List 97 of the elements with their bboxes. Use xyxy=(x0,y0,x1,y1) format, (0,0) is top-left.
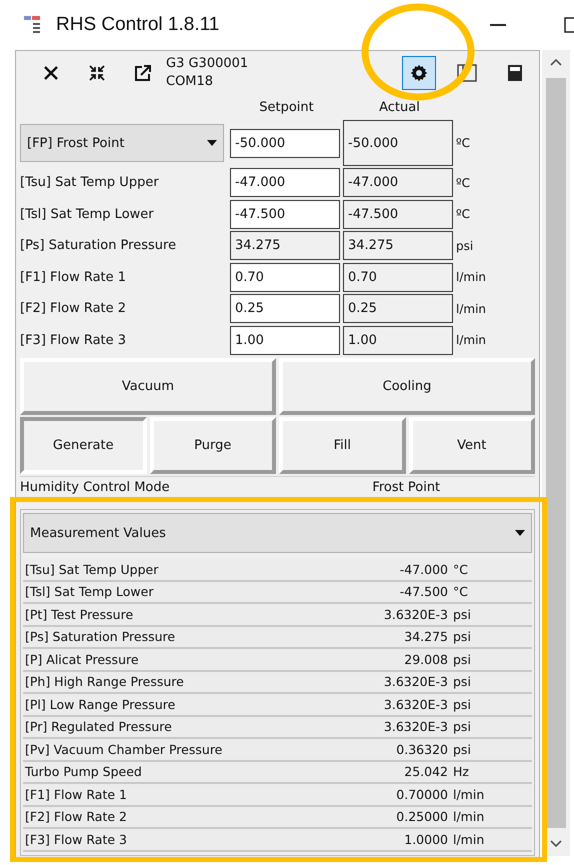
measurement-label: [Tsu] Sat Temp Upper xyxy=(24,562,160,577)
dropdown-caret-icon xyxy=(515,530,525,536)
unit-label: l/min xyxy=(456,270,488,284)
measurement-value: 0.25000 xyxy=(395,809,449,824)
settings-button[interactable] xyxy=(402,56,436,90)
measurement-unit: psi xyxy=(453,696,472,712)
scroll-up-icon[interactable] xyxy=(550,58,562,66)
action-button[interactable]: Generate xyxy=(20,417,146,474)
measurement-unit: psi xyxy=(453,629,472,644)
unit-label: ºC xyxy=(456,136,472,150)
mode-label: Humidity Control Mode xyxy=(20,480,171,494)
measurement-value: 3.6320E-3 xyxy=(382,719,449,734)
setpoint-field[interactable]: 0.25 xyxy=(230,294,340,324)
action-button[interactable]: Cooling xyxy=(279,358,535,415)
measurement-unit: l/min xyxy=(453,832,486,847)
calculator-icon xyxy=(507,64,523,82)
measurement-label: [Ps] Saturation Pressure xyxy=(24,629,176,644)
parameter-label: [F1] Flow Rate 1 xyxy=(20,270,128,285)
measurement-value: 25.042 xyxy=(403,764,449,780)
measurement-label: [Ph] High Range Pressure xyxy=(24,674,185,690)
measurement-label: [Tsl] Sat Temp Lower xyxy=(24,584,154,600)
actual-field: -47.500 xyxy=(343,200,453,229)
dropdown-caret-icon xyxy=(207,140,217,146)
mode-dropdown[interactable]: [FP] Frost Point xyxy=(20,124,224,162)
measurement-unit: °C xyxy=(453,584,469,600)
mode-dropdown-value: [FP] Frost Point xyxy=(27,136,124,150)
measurement-value: 0.70000 xyxy=(395,786,449,802)
measurement-value: 29.008 xyxy=(403,652,449,667)
unit-label: ºC xyxy=(456,207,472,222)
measurement-unit: psi xyxy=(453,652,472,667)
collapse-icon xyxy=(88,64,106,82)
actual-field: 1.00 xyxy=(343,326,453,355)
parameter-label: [F3] Flow Rate 3 xyxy=(20,332,128,348)
measurement-label: [P] Alicat Pressure xyxy=(24,652,140,667)
measurement-label: [Pv] Vacuum Chamber Pressure xyxy=(24,742,224,757)
column-header: Setpoint xyxy=(258,100,315,114)
measurement-value: -47.500 xyxy=(398,584,449,600)
unit-label: l/min xyxy=(456,302,488,316)
settings-icon xyxy=(410,64,428,82)
action-button[interactable]: Purge xyxy=(150,417,276,474)
scrollbar[interactable] xyxy=(542,50,570,856)
measurement-unit: l/min xyxy=(453,786,486,802)
measurement-value: 3.6320E-3 xyxy=(382,606,449,622)
view-dropdown[interactable]: Measurement Values xyxy=(23,513,532,553)
setpoint-field: 34.275 xyxy=(230,231,340,260)
action-button[interactable]: Fill xyxy=(279,417,406,474)
measurement-value: 0.36320 xyxy=(395,742,449,757)
parameter-label: [Tsu] Sat Temp Upper xyxy=(20,175,160,190)
mode-value: Frost Point xyxy=(371,480,442,494)
popout-icon xyxy=(134,64,152,82)
device-name: G3 G300001 xyxy=(166,55,250,73)
action-button[interactable]: Vacuum xyxy=(20,358,276,415)
actual-field: 34.275 xyxy=(343,231,453,260)
actual-field: -50.000 xyxy=(343,120,453,166)
measurement-unit: psi xyxy=(453,674,472,690)
unit-label: ºC xyxy=(456,176,472,190)
measurement-label: [Pt] Test Pressure xyxy=(24,606,134,622)
port-name: COM18 xyxy=(166,73,214,91)
measurement-label: [F2] Flow Rate 2 xyxy=(24,809,128,824)
setpoint-field[interactable]: -47.500 xyxy=(230,200,340,229)
measurement-label: [F1] Flow Rate 1 xyxy=(24,786,128,802)
measurement-unit: °C xyxy=(453,562,469,577)
measurement-value: 34.275 xyxy=(403,629,449,644)
measurement-unit: l/min xyxy=(453,809,486,824)
measurement-unit: psi xyxy=(453,719,472,734)
close-icon xyxy=(43,65,59,81)
window-title: RHS Control 1.8.11 xyxy=(56,14,220,36)
actual-field: 0.70 xyxy=(343,262,453,292)
column-header: Actual xyxy=(378,100,421,114)
split-panel-icon xyxy=(457,64,477,82)
setpoint-field[interactable]: 0.70 xyxy=(230,262,340,292)
parameter-label: [Ps] Saturation Pressure xyxy=(20,238,178,254)
measurement-value: 3.6320E-3 xyxy=(382,674,449,690)
scroll-thumb[interactable] xyxy=(546,78,566,828)
measurement-label: [F3] Flow Rate 3 xyxy=(24,832,128,847)
measurement-label: [Pl] Low Range Pressure xyxy=(24,696,176,712)
actual-field: 0.25 xyxy=(343,294,453,324)
view-dropdown-value: Measurement Values xyxy=(30,526,166,540)
actual-field: -47.000 xyxy=(343,168,453,198)
measurement-label: [Pr] Regulated Pressure xyxy=(24,719,173,734)
measurement-value: -47.000 xyxy=(398,562,449,577)
measurement-unit: psi xyxy=(453,606,472,622)
setpoint-field[interactable]: 1.00 xyxy=(230,326,340,355)
measurement-label: Turbo Pump Speed xyxy=(24,764,143,780)
measurement-value: 1.0000 xyxy=(403,832,449,847)
parameter-label: [Tsl] Sat Temp Lower xyxy=(20,206,155,222)
action-button[interactable]: Vent xyxy=(408,417,535,474)
setpoint-field[interactable]: -50.000 xyxy=(230,128,340,158)
unit-label: l/min xyxy=(456,333,488,348)
maximize-icon[interactable] xyxy=(564,17,574,33)
measurement-unit: psi xyxy=(453,742,472,757)
measurement-value: 3.6320E-3 xyxy=(382,696,449,712)
setpoint-field[interactable]: -47.000 xyxy=(230,168,340,198)
unit-label: psi xyxy=(456,238,474,253)
scroll-down-icon[interactable] xyxy=(550,840,562,848)
parameter-label: [F2] Flow Rate 2 xyxy=(20,301,128,316)
measurement-unit: Hz xyxy=(453,764,470,780)
